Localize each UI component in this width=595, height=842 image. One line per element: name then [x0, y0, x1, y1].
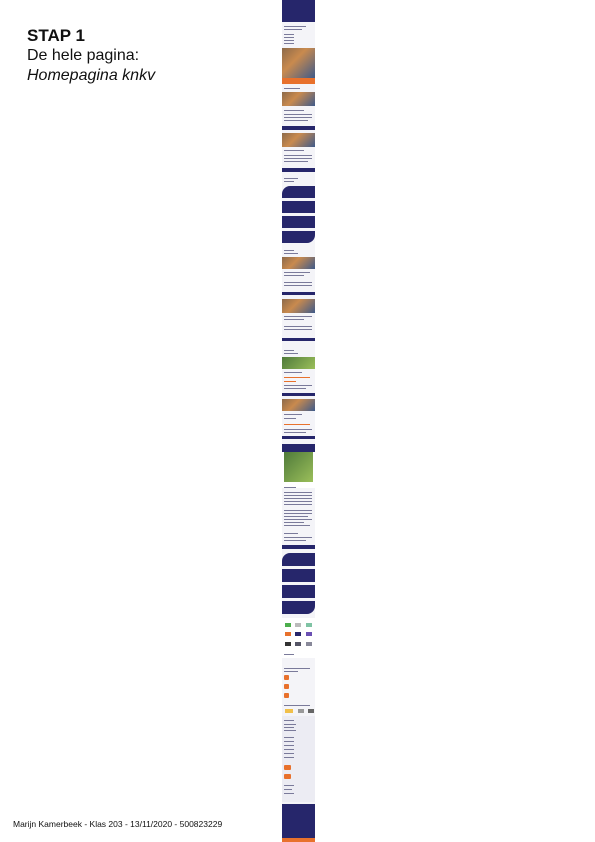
link-card-2: [282, 569, 315, 582]
feature-banner: [282, 444, 315, 452]
news-button-2: [282, 168, 315, 172]
link-card-1: [282, 553, 315, 566]
link-card-3: [282, 585, 315, 598]
page-name: Homepagina knkv: [27, 67, 156, 84]
hero-banner: [282, 4, 315, 22]
nav-card-2: [282, 201, 315, 213]
homepage-thumbnail: [282, 0, 315, 842]
event-button-2: [282, 436, 315, 439]
feature-image: [284, 452, 313, 482]
nav-card-1: [282, 186, 315, 198]
article-button-2: [282, 338, 315, 341]
nav-card-4: [282, 231, 315, 243]
hero-image: [282, 48, 315, 78]
step-title: STAP 1: [27, 26, 85, 45]
event-image-2: [282, 399, 315, 411]
page-label: De hele pagina:: [27, 47, 140, 64]
footer-strip: [282, 838, 315, 842]
author-footer: Marijn Kamerbeek - Klas 203 - 13/11/2020…: [13, 819, 223, 829]
article-button-1: [282, 292, 315, 295]
event-button-1: [282, 393, 315, 396]
nav-card-3: [282, 216, 315, 228]
cta-bar: [282, 78, 315, 84]
event-image-1: [282, 357, 315, 369]
link-card-4: [282, 601, 315, 614]
article-image-2: [282, 299, 315, 313]
news-button-1: [282, 126, 315, 130]
news-image-2: [282, 133, 315, 147]
site-footer: [282, 804, 315, 838]
article-image-1: [282, 257, 315, 269]
feature-button: [282, 545, 315, 549]
news-image-1: [282, 92, 315, 106]
